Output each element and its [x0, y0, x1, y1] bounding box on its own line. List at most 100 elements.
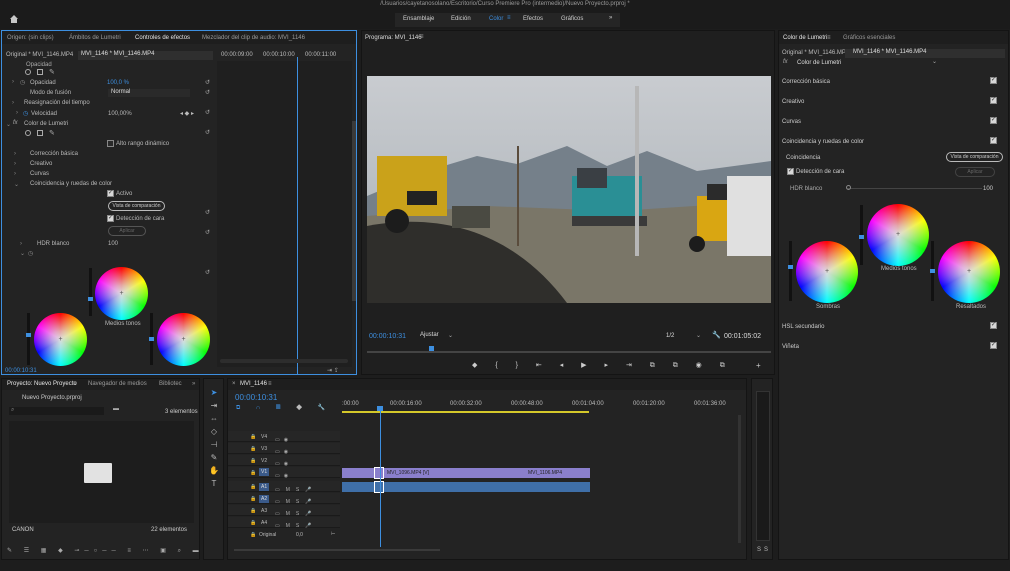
tab-effect-controls[interactable]: Controles de efectos	[135, 35, 190, 41]
tab-media-browser[interactable]: Navegador de medios	[88, 381, 147, 387]
playhead[interactable]	[297, 57, 298, 374]
lumetri-clip-selected[interactable]: MVI_1146 * MVI_1146.MP4	[845, 49, 1005, 58]
workspace-edicion[interactable]: Edición	[451, 16, 471, 22]
shadows-luma-slider[interactable]	[26, 313, 31, 365]
wheels-expand-icon[interactable]: ⌄	[14, 181, 19, 188]
resolution-select[interactable]: 1/2	[666, 333, 674, 339]
section-wheels[interactable]: Coincidencia y ruedas de color	[782, 139, 864, 145]
tab-lumetri-color[interactable]: Color de Lumetri	[783, 35, 827, 41]
speed-expand-icon[interactable]: ›	[16, 110, 18, 116]
tab-essential-graphics[interactable]: Gráficos esenciales	[843, 35, 895, 41]
midtones-wheel[interactable]: +	[95, 267, 148, 320]
video-frame[interactable]	[367, 76, 771, 303]
creative-expand-icon[interactable]: ›	[14, 161, 16, 167]
tab-lumetri-menu-icon[interactable]: ≡	[827, 35, 831, 41]
lumetri-fx-name[interactable]: Color de Lumetri	[797, 60, 841, 66]
hdr-checkbox[interactable]	[107, 140, 114, 147]
opacity-stopwatch-icon[interactable]: ◷	[20, 79, 25, 86]
program-timecode[interactable]: 00:00:10:31	[369, 333, 406, 340]
hdr-white-expand-icon[interactable]: ›	[20, 241, 22, 247]
lumetri-shadows-wheel[interactable]: +	[796, 241, 858, 303]
track-a2-label[interactable]: A2	[259, 495, 270, 503]
track-a3-label[interactable]: A3	[261, 508, 267, 514]
opacity-expand-icon[interactable]: ›	[12, 79, 14, 85]
section-basic-checkbox[interactable]: ✓	[990, 77, 997, 84]
tab-lumetri-scopes[interactable]: Ámbitos de Lumetri	[69, 35, 121, 41]
ec-filter-icon[interactable]: ⇥ ⇪	[327, 367, 339, 374]
basic-expand-icon[interactable]: ›	[14, 151, 16, 157]
track-v1-label[interactable]: V1	[259, 468, 270, 476]
lumetri-pen-mask-icon[interactable]: ✎	[49, 129, 55, 137]
a3-lock-icon[interactable]: 🔒	[250, 508, 256, 514]
a2-lock-icon[interactable]: 🔒	[250, 496, 256, 502]
bin-thumbnail-area[interactable]	[9, 421, 194, 523]
blend-select[interactable]: Normal	[108, 89, 190, 97]
timeline-menu-icon[interactable]: ≡	[268, 381, 272, 387]
highlights-luma-slider[interactable]	[149, 313, 154, 365]
section-basic[interactable]: Corrección básica	[782, 79, 830, 85]
settings-wrench-icon[interactable]: 🔧	[712, 331, 721, 339]
timeline-playhead[interactable]	[380, 407, 381, 547]
lumetri-highlights-wheel[interactable]: +	[938, 241, 1000, 303]
workspace-menu-icon[interactable]: ≡	[507, 15, 511, 21]
track-v4-label[interactable]: V4	[261, 434, 267, 440]
a1-lock-icon[interactable]: 🔒	[250, 484, 256, 490]
section-creative-checkbox[interactable]: ✓	[990, 97, 997, 104]
v3-lock-icon[interactable]: 🔒	[250, 446, 256, 452]
ellipse-mask-icon[interactable]	[25, 69, 31, 75]
lumetri-face-checkbox[interactable]: ✓	[787, 168, 794, 175]
bin-name[interactable]: CANON	[12, 527, 34, 533]
wheels-stopwatch-icon[interactable]: ◷	[28, 250, 33, 257]
timeline-close-icon[interactable]: ×	[232, 381, 236, 387]
lumetri-highlights-slider[interactable]	[930, 241, 935, 301]
track-a4-label[interactable]: A4	[261, 520, 267, 526]
project-search-input[interactable]: ⌕	[9, 407, 104, 415]
tabs-more-icon[interactable]: »	[192, 381, 195, 387]
keyframe-area[interactable]	[217, 61, 352, 367]
fit-select[interactable]: Ajustar	[420, 332, 460, 341]
panel-scrollbar[interactable]	[352, 121, 356, 301]
lumetri-hdr-white-knob[interactable]	[846, 185, 851, 190]
track-v3-label[interactable]: V3	[261, 446, 267, 452]
track-v2-label[interactable]: V2	[261, 458, 267, 464]
hdr-white-value[interactable]: 100	[108, 241, 118, 247]
master-value[interactable]: 0,0	[296, 532, 303, 538]
wheels-sub-expand-icon[interactable]: ⌄	[20, 250, 25, 257]
tab-project-menu-icon[interactable]: ≡	[73, 381, 77, 387]
timeline-vscroll[interactable]	[738, 415, 741, 543]
reset-icons[interactable]: ↺ ↺ ↺ ↺ ↺ ↺ ↺	[205, 78, 210, 278]
fit-chevron-icon[interactable]: ⌄	[448, 332, 453, 339]
section-hsl[interactable]: HSL secundario	[782, 324, 824, 330]
tab-libraries[interactable]: Bibliotec	[159, 381, 182, 387]
lumetri-hdr-white-value[interactable]: 100	[983, 186, 993, 192]
section-wheels-checkbox[interactable]: ✓	[990, 137, 997, 144]
add-button-icon[interactable]: +	[756, 361, 761, 370]
lumetri-clip-master[interactable]: Original * MVI_1146.MP4	[782, 50, 849, 56]
home-icon[interactable]	[9, 14, 19, 23]
project-toolbar[interactable]: ✎ ☰ ▦ ◆ ⊸─○── ≡ ⋯ ▣ ⌕ ▬ ▣ 🗑	[7, 547, 199, 555]
clip-v1b-label[interactable]: MVI_1106.MP4	[528, 470, 562, 476]
v2-lock-icon[interactable]: 🔒	[250, 458, 256, 464]
curves-expand-icon[interactable]: ›	[14, 171, 16, 177]
v4-lock-icon[interactable]: 🔒	[250, 434, 256, 440]
audio-track-toggles[interactable]: ▭MS🎤 ▭MS🎤 ▭MS🎤 ▭MS🎤	[275, 484, 317, 532]
program-scrubber[interactable]	[367, 351, 771, 353]
time-remap-expand-icon[interactable]: ›	[12, 100, 14, 106]
keyframe-nav-icon[interactable]: ◂ ◆ ▸	[180, 110, 194, 117]
program-playhead[interactable]	[429, 346, 434, 351]
tab-source[interactable]: Origen: (sin clips)	[7, 35, 54, 41]
section-curves-checkbox[interactable]: ✓	[990, 117, 997, 124]
timeline-title[interactable]: MVI_1146	[240, 381, 267, 387]
lumetri-rect-mask-icon[interactable]	[37, 130, 43, 136]
lumetri-ellipse-mask-icon[interactable]	[25, 130, 31, 136]
lumetri-shadows-slider[interactable]	[788, 241, 793, 301]
meter-solo-right[interactable]: S	[764, 547, 768, 553]
workspace-color[interactable]: Color	[489, 16, 503, 22]
compare-view-button[interactable]: Vista de comparación	[108, 201, 165, 211]
section-curves[interactable]: Curvas	[782, 119, 801, 125]
section-vignette-checkbox[interactable]: ✓	[990, 342, 997, 349]
tab-project[interactable]: Proyecto: Nuevo Proyecto	[7, 381, 77, 387]
workspace-graficos[interactable]: Gráficos	[561, 16, 583, 22]
ec-timecode[interactable]: 00:00:10:31	[5, 368, 37, 374]
track-a1-label[interactable]: A1	[259, 483, 270, 491]
